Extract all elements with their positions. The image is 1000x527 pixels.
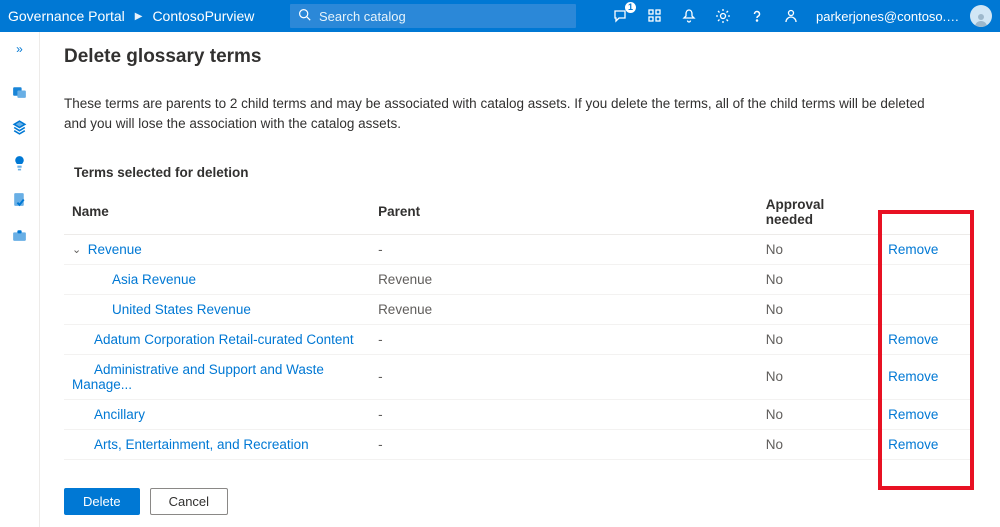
cell-action: Remove <box>880 324 972 354</box>
sidebar-item-management[interactable] <box>11 226 29 244</box>
table-subheading: Terms selected for deletion <box>74 165 972 180</box>
cell-approval: No <box>758 324 880 354</box>
sidebar-item-policy[interactable] <box>11 190 29 208</box>
cell-parent: Revenue <box>370 264 758 294</box>
bell-icon[interactable] <box>680 7 698 25</box>
table-row: Ancillary -No Remove <box>64 399 972 429</box>
remove-link[interactable]: Remove <box>888 332 938 347</box>
cell-approval: No <box>758 264 880 294</box>
cell-approval: No <box>758 429 880 459</box>
main-content: Delete glossary terms These terms are pa… <box>40 32 1000 527</box>
cell-action: Remove <box>880 354 972 399</box>
sidebar: » <box>0 32 40 527</box>
col-parent[interactable]: Parent <box>370 190 758 235</box>
sidebar-item-insights[interactable] <box>11 154 29 172</box>
breadcrumb-current[interactable]: ContosoPurview <box>152 8 254 24</box>
cell-action <box>880 294 972 324</box>
search-box[interactable] <box>290 4 576 28</box>
chat-badge: 1 <box>625 2 636 13</box>
search-icon <box>298 8 311 24</box>
app-header: Governance Portal ▶ ContosoPurview 1 par… <box>0 0 1000 32</box>
col-name[interactable]: Name <box>64 190 370 235</box>
sidebar-item-catalog[interactable] <box>11 118 29 136</box>
cell-action: Remove <box>880 234 972 264</box>
terms-table: Name Parent Approval needed ⌄ Revenue-No… <box>64 190 972 460</box>
table-row: Adatum Corporation Retail-curated Conten… <box>64 324 972 354</box>
cell-parent: - <box>370 399 758 429</box>
cell-parent: - <box>370 324 758 354</box>
chevron-down-icon[interactable]: ⌄ <box>72 243 84 256</box>
apps-icon[interactable] <box>646 7 664 25</box>
table-row: Asia Revenue RevenueNo <box>64 264 972 294</box>
term-link[interactable]: Adatum Corporation Retail-curated Conten… <box>94 332 354 347</box>
sidebar-item-sources[interactable] <box>11 82 29 100</box>
cell-approval: No <box>758 234 880 264</box>
remove-link[interactable]: Remove <box>888 369 938 384</box>
warning-text: These terms are parents to 2 child terms… <box>64 94 944 135</box>
term-link[interactable]: United States Revenue <box>112 302 251 317</box>
page-title: Delete glossary terms <box>64 46 972 68</box>
remove-link[interactable]: Remove <box>888 437 938 452</box>
breadcrumb-separator: ▶ <box>135 11 143 22</box>
remove-link[interactable]: Remove <box>888 242 938 257</box>
search-input[interactable] <box>317 8 568 25</box>
cell-parent: Revenue <box>370 294 758 324</box>
header-icons: 1 <box>612 7 800 25</box>
table-row: Arts, Entertainment, and Recreation -No Re… <box>64 429 972 459</box>
chat-icon[interactable]: 1 <box>612 7 630 25</box>
delete-button[interactable]: Delete <box>64 488 140 515</box>
breadcrumb-root[interactable]: Governance Portal <box>8 8 125 24</box>
col-approval[interactable]: Approval needed <box>758 190 880 235</box>
term-link[interactable]: Asia Revenue <box>112 272 196 287</box>
term-link[interactable]: Revenue <box>88 242 142 257</box>
term-link[interactable]: Ancillary <box>94 407 145 422</box>
cell-action: Remove <box>880 399 972 429</box>
cell-approval: No <box>758 354 880 399</box>
col-action <box>880 190 972 235</box>
cancel-button[interactable]: Cancel <box>150 488 228 515</box>
avatar[interactable] <box>970 5 992 27</box>
cell-action: Remove <box>880 429 972 459</box>
breadcrumb: Governance Portal ▶ ContosoPurview <box>8 8 268 24</box>
table-row: United States Revenue RevenueNo <box>64 294 972 324</box>
gear-icon[interactable] <box>714 7 732 25</box>
term-link[interactable]: Administrative and Support and Waste Man… <box>72 362 324 392</box>
term-link[interactable]: Arts, Entertainment, and Recreation <box>94 437 309 452</box>
cell-action <box>880 264 972 294</box>
table-row: Administrative and Support and Waste Man… <box>64 354 972 399</box>
sidebar-toggle[interactable]: » <box>11 40 29 58</box>
table-row: ⌄ Revenue -No Remove <box>64 234 972 264</box>
user-email[interactable]: parkerjones@contoso.c... <box>816 9 962 24</box>
feedback-icon[interactable] <box>782 7 800 25</box>
cell-approval: No <box>758 399 880 429</box>
cell-parent: - <box>370 234 758 264</box>
remove-link[interactable]: Remove <box>888 407 938 422</box>
footer-actions: Delete Cancel <box>64 476 972 527</box>
cell-approval: No <box>758 294 880 324</box>
cell-parent: - <box>370 429 758 459</box>
help-icon[interactable] <box>748 7 766 25</box>
cell-parent: - <box>370 354 758 399</box>
